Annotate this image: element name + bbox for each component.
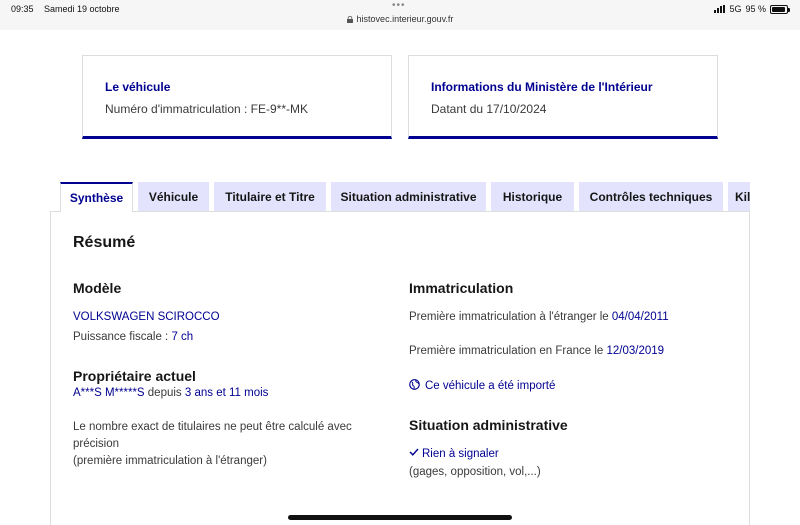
vehicle-card-title: Le véhicule	[105, 80, 171, 94]
battery-percent: 95 %	[745, 4, 766, 14]
tab-historique[interactable]: Historique	[491, 182, 574, 212]
more-dots-icon[interactable]: •••	[392, 0, 406, 11]
owner-duration: 3 ans et 11 mois	[184, 387, 269, 399]
tab-titulaire-titre[interactable]: Titulaire et Titre	[214, 182, 326, 212]
lock-icon	[346, 16, 353, 23]
foreign-registration: Première immatriculation à l'étranger le…	[409, 311, 669, 323]
foreign-registration-label: Première immatriculation à l'étranger le	[409, 311, 612, 323]
fiscal-power: Puissance fiscale : 7 ch	[73, 331, 193, 343]
synthese-panel: Résumé Modèle VOLKSWAGEN SCIROCCO Puissa…	[50, 211, 750, 525]
immatriculation-heading: Immatriculation	[409, 280, 514, 296]
owner-note-line2: précision	[73, 438, 120, 450]
owner-since-label: depuis	[144, 387, 185, 399]
status-indicators: 5G 95 %	[714, 4, 790, 14]
address-bar[interactable]: histovec.interieur.gouv.fr	[0, 14, 800, 24]
status-bar: 09:35 Samedi 19 octobre ••• histovec.int…	[0, 0, 800, 30]
tab-controles-techniques[interactable]: Contrôles techniques	[579, 182, 723, 212]
vehicle-card: Le véhicule Numéro d'immatriculation : F…	[82, 55, 392, 139]
data-date: Datant du 17/10/2024	[431, 102, 547, 116]
france-registration-label: Première immatriculation en France le	[409, 345, 607, 357]
model-name: VOLKSWAGEN SCIROCCO	[73, 311, 220, 323]
fiscal-power-value: 7 ch	[171, 331, 194, 343]
foreign-registration-date: 04/04/2011	[611, 311, 669, 323]
ministry-card-title: Informations du Ministère de l'Intérieur	[431, 80, 653, 94]
fiscal-power-label: Puissance fiscale :	[73, 331, 172, 343]
check-icon	[409, 448, 419, 456]
url-text: histovec.interieur.gouv.fr	[356, 14, 454, 24]
situation-status: Rien à signaler	[409, 448, 499, 460]
status-date: Samedi 19 octobre	[44, 4, 120, 14]
owner-line: A***S M*****S depuis 3 ans et 11 mois	[73, 387, 268, 399]
summary-title: Résumé	[73, 234, 136, 251]
france-registration-date: 12/03/2019	[606, 345, 665, 357]
signal-icon	[714, 5, 726, 13]
owner-name: A***S M*****S	[73, 387, 145, 399]
registration-number: Numéro d'immatriculation : FE-9**-MK	[105, 102, 309, 116]
owner-heading: Propriétaire actuel	[73, 368, 196, 384]
tab-situation-administrative[interactable]: Situation administrative	[331, 182, 486, 212]
network-label: 5G	[729, 4, 742, 14]
battery-icon	[770, 4, 790, 14]
globe-icon	[409, 379, 420, 390]
situation-status-text: Rien à signaler	[422, 448, 499, 460]
home-indicator[interactable]	[288, 515, 512, 520]
france-registration: Première immatriculation en France le 12…	[409, 345, 664, 357]
situation-details: (gages, opposition, vol,...)	[409, 466, 541, 478]
situation-heading: Situation administrative	[409, 417, 568, 433]
ministry-card: Informations du Ministère de l'Intérieur…	[408, 55, 718, 139]
owner-note-line1: Le nombre exact de titulaires ne peut êt…	[73, 421, 352, 433]
tab-vehicule[interactable]: Véhicule	[138, 182, 209, 212]
status-time: 09:35	[11, 4, 34, 14]
owner-note-line3: (première immatriculation à l'étranger)	[73, 455, 267, 467]
tab-bar: Synthèse Véhicule Titulaire et Titre Sit…	[60, 182, 750, 212]
modele-heading: Modèle	[73, 280, 122, 296]
tab-synthese[interactable]: Synthèse	[60, 182, 133, 212]
tab-kilometrage[interactable]: Kilo	[728, 182, 750, 212]
imported-line: Ce véhicule a été importé	[409, 379, 555, 392]
imported-text: Ce véhicule a été importé	[425, 380, 556, 392]
